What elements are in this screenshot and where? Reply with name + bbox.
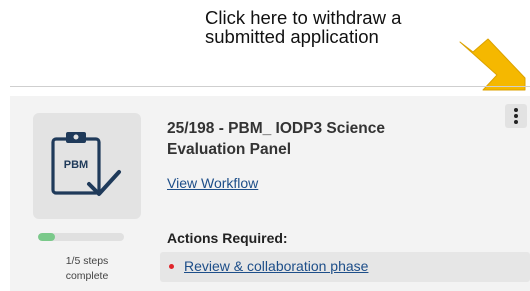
callout-line-2: submitted application bbox=[205, 26, 379, 47]
thumbnail-label: PBM bbox=[64, 159, 88, 171]
clipboard-check-icon: PBM bbox=[51, 132, 121, 196]
kebab-dot-icon bbox=[514, 114, 518, 118]
callout-line-1: Click here to withdraw a bbox=[205, 7, 402, 28]
review-collaboration-link[interactable]: Review & collaboration phase bbox=[184, 258, 368, 274]
steps-complete-text: 1/5 steps complete bbox=[33, 254, 141, 284]
steps-label: complete bbox=[65, 270, 109, 282]
actions-required-heading: Actions Required: bbox=[167, 230, 288, 246]
application-thumbnail: PBM bbox=[33, 113, 141, 219]
view-workflow-link[interactable]: View Workflow bbox=[167, 175, 258, 191]
more-options-button[interactable] bbox=[505, 104, 527, 128]
withdraw-callout: Click here to withdraw a submitted appli… bbox=[205, 8, 401, 46]
divider bbox=[10, 86, 530, 87]
application-title: 25/198 - PBM_ IODP3 Science Evaluation P… bbox=[167, 120, 385, 158]
kebab-dot-icon bbox=[514, 108, 518, 112]
application-card: PBM 1/5 steps complete 25/198 - PBM_ IOD… bbox=[10, 96, 530, 291]
kebab-dot-icon bbox=[514, 120, 518, 124]
action-item: Review & collaboration phase bbox=[160, 252, 530, 282]
bullet-dot-icon bbox=[169, 264, 174, 269]
steps-count: 1/5 steps bbox=[65, 255, 109, 267]
progress-fill bbox=[38, 233, 56, 241]
arrow-pointer-icon bbox=[459, 38, 526, 91]
progress-bar bbox=[38, 233, 124, 241]
